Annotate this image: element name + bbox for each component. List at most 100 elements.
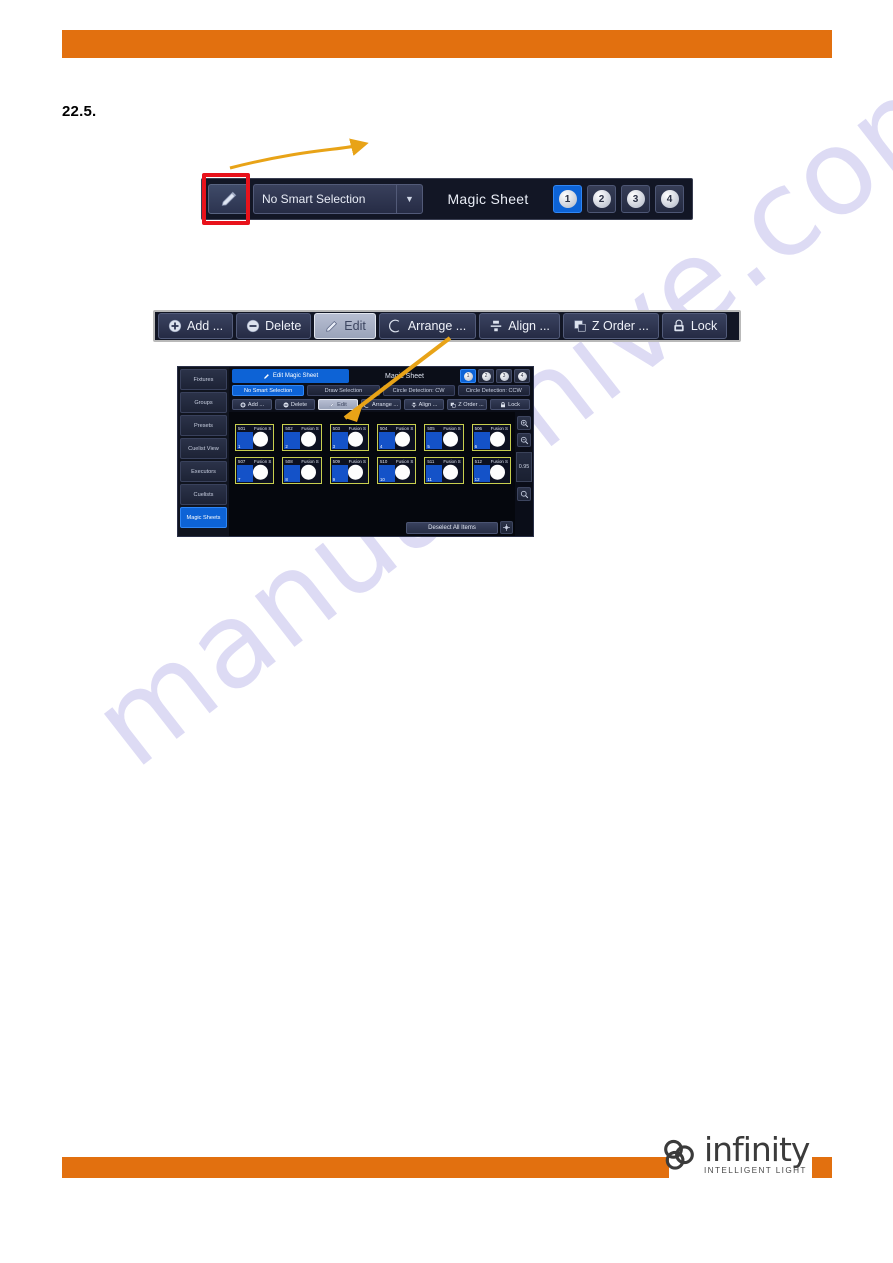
deselect-all-items-button[interactable]: Deselect All Items bbox=[406, 521, 498, 534]
console-page-button-2[interactable]: 2 bbox=[478, 369, 494, 383]
magic-sheet-action-toolbar: Add ... Delete Edit Arrange ... Align ..… bbox=[153, 310, 741, 342]
console-page-button-4[interactable]: 4 bbox=[514, 369, 530, 383]
sidebar-item-magic-sheets[interactable]: Magic Sheets bbox=[180, 507, 227, 528]
chevron-down-icon[interactable]: ▼ bbox=[396, 185, 422, 213]
tab-label: Circle Detection: CCW bbox=[465, 387, 522, 394]
zoom-level-value[interactable]: 0.95 bbox=[516, 452, 532, 482]
arc-icon bbox=[388, 319, 403, 333]
fixture-number: 2 bbox=[285, 444, 288, 449]
console-arrange-button[interactable]: Arrange ... bbox=[361, 399, 401, 410]
sidebar-item-cuelist-view[interactable]: Cuelist View bbox=[180, 438, 227, 459]
console-title: Magic Sheet bbox=[385, 372, 424, 380]
edit-magic-sheet-button[interactable]: Edit Magic Sheet bbox=[232, 369, 349, 383]
header-orange-bar bbox=[62, 30, 832, 58]
smart-selection-dropdown[interactable]: No Smart Selection ▼ bbox=[253, 184, 423, 214]
zoom-out-icon[interactable] bbox=[517, 433, 531, 447]
align-button-label: Align ... bbox=[508, 319, 550, 333]
toolbar-title: Magic Sheet bbox=[447, 191, 529, 207]
page-number: 4 bbox=[517, 371, 527, 381]
console-z-order-label: Z Order ... bbox=[458, 401, 484, 408]
tab-circle-detection-cw[interactable]: Circle Detection: CW bbox=[382, 385, 455, 396]
console-delete-label: Delete bbox=[290, 401, 308, 408]
infinity-logo-word: infinity bbox=[704, 1129, 810, 1169]
fixture-beam-icon bbox=[489, 464, 505, 480]
add-button-label: Add ... bbox=[187, 319, 224, 333]
z-order-button[interactable]: Z Order ... bbox=[562, 313, 659, 339]
page-button-3[interactable]: 3 bbox=[621, 185, 650, 213]
fixture-beam-icon bbox=[395, 464, 411, 480]
delete-button[interactable]: Delete bbox=[236, 313, 312, 339]
zoom-in-icon[interactable] bbox=[517, 416, 531, 430]
sidebar-item-executors[interactable]: Executors bbox=[180, 461, 227, 482]
pencil-icon bbox=[324, 319, 339, 334]
console-header-row: Edit Magic Sheet Magic Sheet 1 2 3 4 bbox=[229, 367, 533, 385]
zoom-fit-icon[interactable] bbox=[517, 487, 531, 501]
console-delete-button[interactable]: Delete bbox=[275, 399, 315, 410]
fixture-tile[interactable]: 509 Fusion S 9 bbox=[329, 457, 369, 484]
page-number: 1 bbox=[558, 190, 577, 208]
console-align-button[interactable]: Align ... bbox=[404, 399, 444, 410]
tab-draw-selection[interactable]: Draw Selection bbox=[307, 385, 380, 396]
fixture-tile[interactable]: 505 Fusion S 5 bbox=[424, 424, 464, 451]
console-add-button[interactable]: Add ... bbox=[232, 399, 272, 410]
sidebar-item-label: Cuelist View bbox=[188, 445, 219, 452]
magic-sheet-canvas[interactable]: 501 Fusion S 1 502 Fusion S 2 503 Fusion S bbox=[229, 412, 515, 536]
arrange-button-label: Arrange ... bbox=[407, 319, 467, 333]
footer-orange-bar-left bbox=[62, 1157, 669, 1178]
fixture-tile[interactable]: 511 Fusion S 11 bbox=[424, 457, 464, 484]
console-action-toolbar: Add ... Delete Edit Arrange ... Align ..… bbox=[229, 398, 533, 412]
console-lock-button[interactable]: Lock bbox=[490, 399, 530, 410]
sidebar-item-presets[interactable]: Presets bbox=[180, 415, 227, 436]
sidebar-item-label: Executors bbox=[191, 468, 216, 475]
page-button-4[interactable]: 4 bbox=[655, 185, 684, 213]
lock-icon bbox=[672, 319, 686, 333]
tab-label: No Smart Selection bbox=[244, 387, 293, 394]
annotation-arrow-top bbox=[229, 138, 369, 170]
sidebar-item-cuelists[interactable]: Cuelists bbox=[180, 484, 227, 505]
edit-button[interactable]: Edit bbox=[314, 313, 376, 339]
sidebar-item-label: Presets bbox=[194, 422, 213, 429]
edit-button-label: Edit bbox=[344, 319, 366, 333]
fixture-number: 11 bbox=[427, 477, 432, 482]
canvas-bottom-bar: Deselect All Items bbox=[406, 521, 513, 534]
fixture-tile[interactable]: 503 Fusion S 3 bbox=[329, 424, 369, 451]
arrange-button[interactable]: Arrange ... bbox=[378, 313, 477, 339]
lock-button-label: Lock bbox=[690, 319, 718, 333]
fixture-tile[interactable]: 510 Fusion S 10 bbox=[376, 457, 417, 484]
fixture-tile[interactable]: 508 Fusion S 8 bbox=[282, 457, 322, 484]
fixture-number: 7 bbox=[238, 477, 241, 482]
console-page-button-3[interactable]: 3 bbox=[496, 369, 512, 383]
fixture-beam-icon bbox=[300, 464, 316, 480]
sidebar-item-fixtures[interactable]: Fixtures bbox=[180, 369, 227, 390]
fixture-tile[interactable]: 501 Fusion S 1 bbox=[235, 424, 275, 451]
page-button-2[interactable]: 2 bbox=[587, 185, 616, 213]
edit-magic-sheet-label: Edit Magic Sheet bbox=[272, 373, 319, 379]
console-screenshot: Fixtures Groups Presets Cuelist View Exe… bbox=[177, 366, 534, 537]
fixture-tile[interactable]: 507 Fusion S 7 bbox=[235, 457, 275, 484]
fixture-tile[interactable]: 512 Fusion S 12 bbox=[471, 457, 511, 484]
highlight-box-edit-pencil bbox=[202, 173, 250, 225]
console-page-button-1[interactable]: 1 bbox=[460, 369, 476, 383]
page-button-1[interactable]: 1 bbox=[553, 185, 582, 213]
fixture-beam-icon bbox=[253, 464, 269, 480]
fixture-tile[interactable]: 506 Fusion S 6 bbox=[471, 424, 511, 451]
align-icon bbox=[489, 319, 503, 333]
selection-mode-tabs: No Smart Selection Draw Selection Circle… bbox=[229, 385, 533, 398]
lock-button[interactable]: Lock bbox=[661, 313, 728, 339]
delete-button-label: Delete bbox=[265, 319, 302, 333]
tab-no-smart-selection[interactable]: No Smart Selection bbox=[232, 385, 305, 396]
fixture-tile[interactable]: 504 Fusion S 4 bbox=[376, 424, 417, 451]
console-edit-button[interactable]: Edit bbox=[318, 399, 358, 410]
align-button[interactable]: Align ... bbox=[479, 313, 560, 339]
sidebar-item-groups[interactable]: Groups bbox=[180, 392, 227, 413]
page-number: 1 bbox=[463, 371, 473, 381]
center-align-icon[interactable] bbox=[500, 521, 513, 534]
fixture-number: 3 bbox=[332, 444, 336, 449]
tab-circle-detection-ccw[interactable]: Circle Detection: CCW bbox=[457, 385, 530, 396]
add-button[interactable]: Add ... bbox=[158, 313, 234, 339]
align-icon bbox=[411, 402, 417, 408]
console-z-order-button[interactable]: Z Order ... bbox=[447, 399, 487, 410]
deselect-all-items-label: Deselect All Items bbox=[428, 524, 476, 531]
console-sidebar: Fixtures Groups Presets Cuelist View Exe… bbox=[178, 367, 229, 536]
fixture-tile[interactable]: 502 Fusion S 2 bbox=[282, 424, 322, 451]
